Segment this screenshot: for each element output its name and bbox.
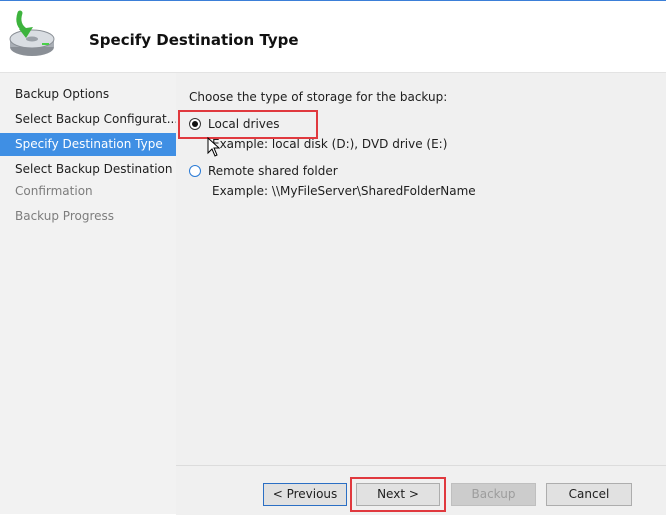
remote-shared-folder-example: Example: \\MyFileServer\SharedFolderName	[212, 184, 476, 198]
storage-type-prompt: Choose the type of storage for the backu…	[189, 90, 448, 104]
wizard-sidebar: Backup Options Select Backup Configurat.…	[0, 73, 176, 514]
wizard-header: Specify Destination Type	[0, 1, 666, 73]
sidebar-item-select-backup-configuration[interactable]: Select Backup Configurat...	[0, 108, 176, 131]
sidebar-item-select-backup-destination[interactable]: Select Backup Destination	[0, 158, 176, 181]
backup-drive-icon	[9, 10, 55, 56]
previous-button[interactable]: < Previous	[263, 483, 347, 506]
local-drives-highlight	[178, 110, 318, 139]
sidebar-item-backup-progress: Backup Progress	[15, 209, 115, 223]
backup-button[interactable]: Backup	[451, 483, 536, 506]
local-drives-example: Example: local disk (D:), DVD drive (E:)	[212, 137, 448, 151]
mouse-cursor-icon	[207, 137, 221, 157]
remote-shared-folder-label[interactable]: Remote shared folder	[208, 164, 338, 178]
cancel-button[interactable]: Cancel	[546, 483, 632, 506]
remote-shared-folder-radio[interactable]	[189, 165, 201, 177]
remote-shared-folder-option[interactable]: Remote shared folder	[189, 162, 338, 180]
page-title: Specify Destination Type	[89, 31, 299, 49]
sidebar-item-specify-destination-type[interactable]: Specify Destination Type	[0, 133, 176, 156]
next-button-highlight	[350, 477, 446, 512]
sidebar-item-backup-options[interactable]: Backup Options	[0, 83, 176, 106]
sidebar-item-confirmation: Confirmation	[15, 184, 93, 198]
